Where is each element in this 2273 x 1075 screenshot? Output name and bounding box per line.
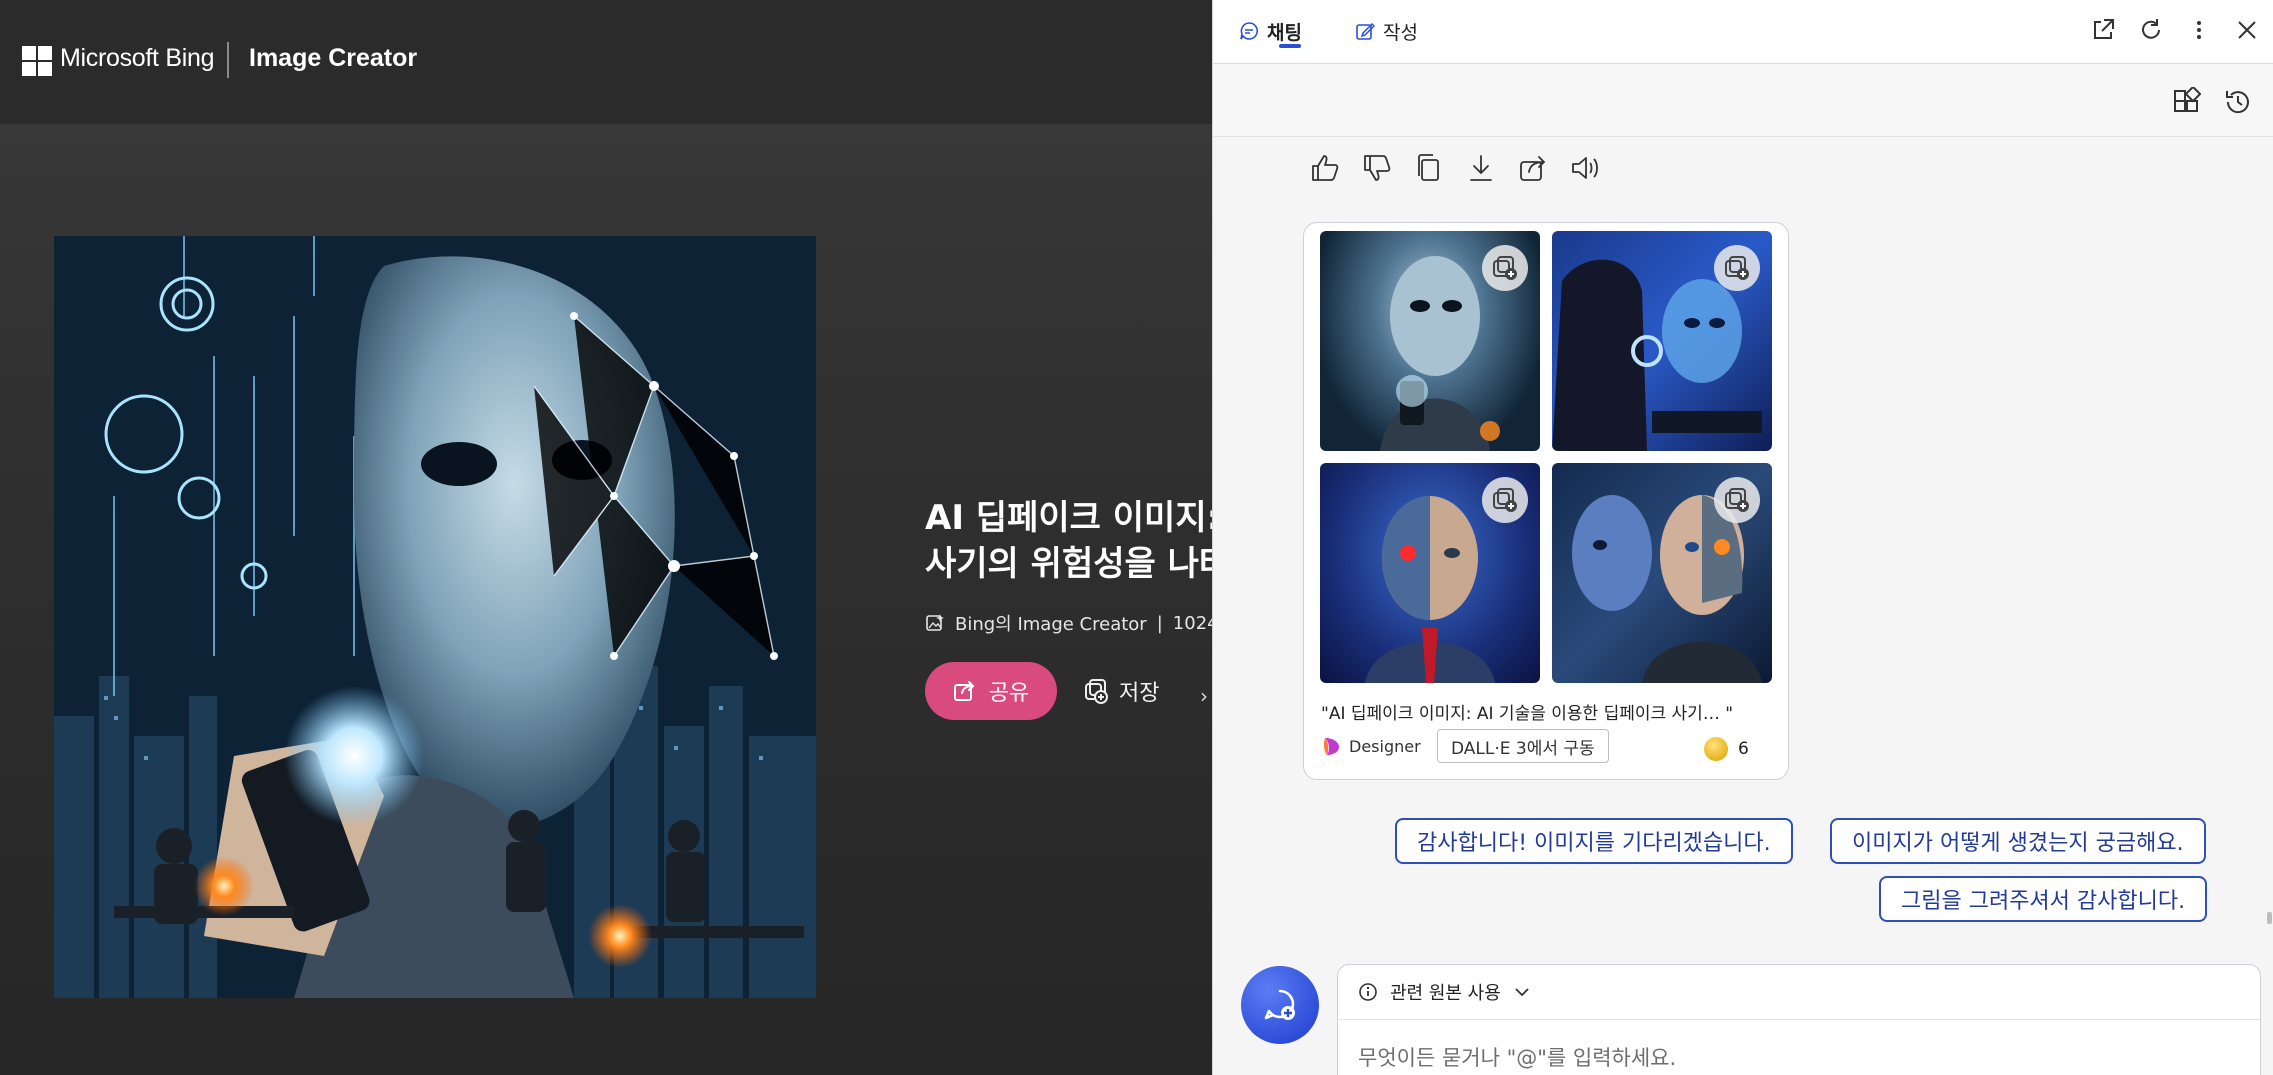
suggestion-chip[interactable]: 이미지가 어떻게 생겼는지 궁금해요.: [1830, 818, 2206, 864]
product-name[interactable]: Image Creator: [249, 44, 417, 73]
source-toggle-label: 관련 원본 사용: [1390, 983, 1501, 1004]
plugins-icon[interactable]: [2171, 87, 2201, 117]
share-icon: [953, 681, 975, 701]
compose-icon: [1356, 22, 1375, 40]
image-title-line2: 사기의 위험성을 나타: [925, 544, 1212, 584]
image-size: 1024 ×: [1172, 612, 1212, 634]
add-collection-icon: [1493, 256, 1517, 280]
scrollbar-thumb[interactable]: [2267, 912, 2272, 924]
copilot-toolbar: [1213, 65, 2273, 137]
add-collection-icon: [1085, 679, 1108, 704]
add-to-collection-button[interactable]: [1714, 245, 1760, 291]
designer-label: Designer: [1349, 736, 1421, 756]
add-collection-icon: [1725, 256, 1749, 280]
image-creator-icon: [926, 614, 944, 631]
model-badge: DALL·E 3에서 구동: [1437, 729, 1609, 763]
message-actions: [1309, 152, 1601, 184]
chevron-down-icon: [1515, 988, 1529, 997]
image-title-line1: AI 딥페이크 이미지:: [925, 498, 1212, 538]
top-bar: Microsoft Bing Image Creator: [0, 0, 1212, 124]
result-caption: "AI 딥페이크 이미지: AI 기술을 이용한 딥페이크 사기… ": [1321, 704, 1734, 724]
add-to-collection-button[interactable]: [1714, 477, 1760, 523]
chat-composer: 관련 원본 사용: [1337, 964, 2261, 1075]
share-button-label: 공유: [988, 681, 1030, 706]
tab-compose[interactable]: 작성: [1355, 14, 1418, 48]
add-to-collection-button[interactable]: [1482, 245, 1528, 291]
new-chat-icon: [1264, 989, 1295, 1020]
boost-count: 6: [1738, 739, 1749, 759]
composer-divider: [1338, 1019, 2260, 1020]
brand-divider: [227, 42, 229, 78]
image-result-card: "AI 딥페이크 이미지: AI 기술을 이용한 딥페이크 사기… " Desi…: [1303, 222, 1789, 780]
image-meta: Bing의 Image Creator | 1024 ×: [925, 610, 1212, 636]
clipped-action-icon[interactable]: ›: [1200, 684, 1212, 706]
save-button-label: 저장: [1119, 681, 1160, 706]
copilot-panel: 채팅 작성 "AI 딥페이크 이미지: AI 기술을 이용한 딥페이크 사기… …: [1212, 0, 2273, 1075]
designer-link[interactable]: Designer: [1321, 735, 1421, 757]
refresh-icon[interactable]: [2137, 16, 2165, 44]
history-icon[interactable]: [2223, 87, 2253, 117]
active-tab-indicator: [1279, 44, 1301, 48]
save-button[interactable]: 저장: [1083, 662, 1159, 720]
brand-name[interactable]: Microsoft Bing: [60, 44, 214, 73]
close-icon[interactable]: [2233, 16, 2261, 44]
new-topic-button[interactable]: [1241, 966, 1319, 1044]
result-thumbnail[interactable]: [1320, 463, 1540, 683]
tab-chat[interactable]: 채팅: [1239, 14, 1302, 48]
share-icon[interactable]: [1517, 152, 1549, 184]
add-collection-icon: [1493, 488, 1517, 512]
result-thumbnail[interactable]: [1552, 231, 1772, 451]
speaker-icon[interactable]: [1569, 152, 1601, 184]
download-icon[interactable]: [1465, 152, 1497, 184]
suggestion-chip[interactable]: 감사합니다! 이미지를 기다리겠습니다.: [1395, 818, 1793, 864]
thumbs-up-icon[interactable]: [1309, 152, 1341, 184]
more-icon[interactable]: [2185, 16, 2213, 44]
microsoft-logo-icon[interactable]: [22, 46, 52, 76]
meta-separator: |: [1156, 612, 1163, 634]
generated-image[interactable]: [54, 236, 816, 998]
tab-compose-label: 작성: [1383, 21, 1418, 44]
info-icon: [1359, 983, 1377, 1001]
share-button[interactable]: 공유: [925, 662, 1057, 720]
image-creator-viewer: Microsoft Bing Image Creator AI 딥페이크 이미지…: [0, 0, 1212, 1075]
boost-coin-icon: [1704, 737, 1728, 761]
add-to-collection-button[interactable]: [1482, 477, 1528, 523]
designer-logo-icon: [1323, 738, 1339, 755]
image-source: Bing의 Image Creator: [955, 614, 1147, 635]
add-collection-icon: [1725, 488, 1749, 512]
result-thumbnail[interactable]: [1552, 463, 1772, 683]
suggestion-chip[interactable]: 그림을 그려주셔서 감사합니다.: [1879, 876, 2208, 922]
chat-icon: [1240, 22, 1258, 40]
tab-chat-label: 채팅: [1267, 21, 1302, 44]
boost-counter: 6: [1704, 737, 1749, 761]
copilot-header: 채팅 작성: [1213, 0, 2273, 64]
source-toggle[interactable]: 관련 원본 사용: [1358, 979, 1531, 1005]
image-title: AI 딥페이크 이미지: 사기의 위험성을 나타: [925, 495, 1212, 587]
thumbs-down-icon[interactable]: [1361, 152, 1393, 184]
chat-input[interactable]: [1358, 1041, 2238, 1075]
copy-icon[interactable]: [1413, 152, 1445, 184]
result-thumbnail[interactable]: [1320, 231, 1540, 451]
open-external-icon[interactable]: [2089, 16, 2117, 44]
